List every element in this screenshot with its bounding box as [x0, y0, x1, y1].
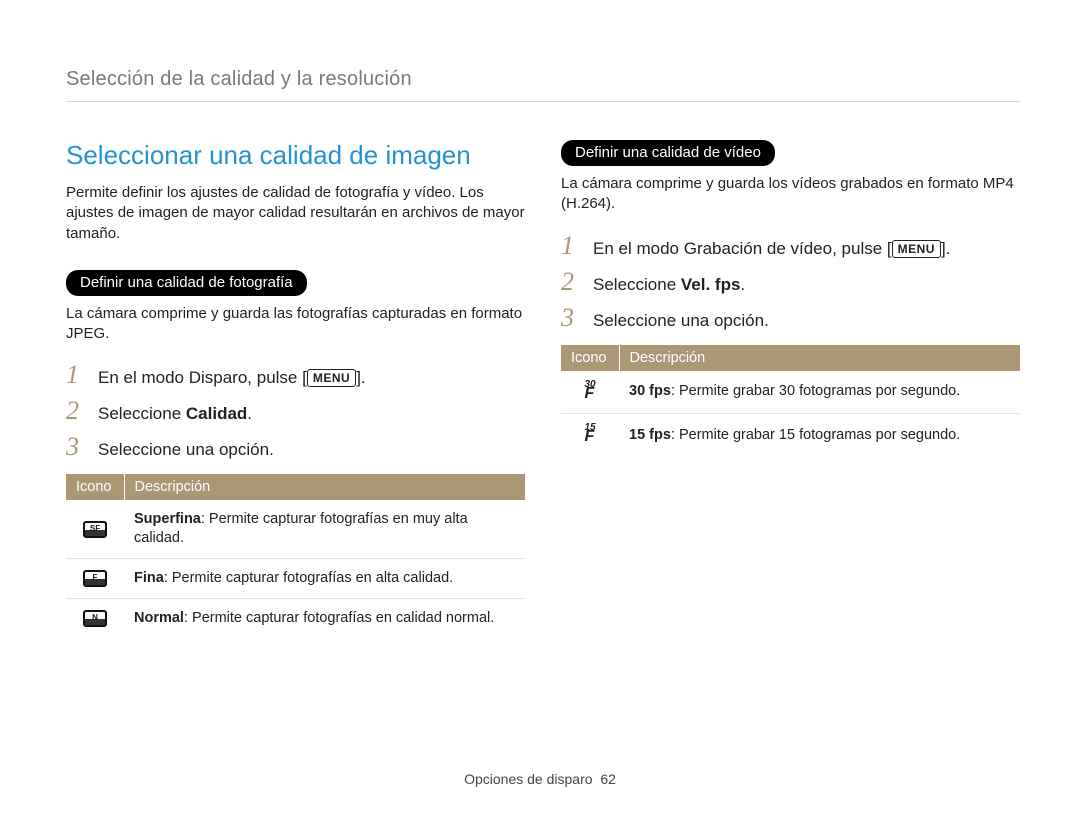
step-1: 1 En el modo Disparo, pulse [MENU]. [66, 362, 525, 388]
step-1-pre: En el modo Grabación de vídeo, pulse [ [593, 239, 892, 258]
table-desc: Superfina: Permite capturar fotografías … [124, 500, 525, 558]
step-1-post: ]. [941, 239, 950, 258]
menu-icon: MENU [307, 369, 356, 387]
step-3-text: Seleccione una opción. [593, 311, 769, 331]
step-number: 1 [561, 233, 579, 259]
step-2-post: . [247, 404, 252, 423]
video-subtext: La cámara comprime y guarda los vídeos g… [561, 174, 1020, 215]
step-number: 1 [66, 362, 84, 388]
step-1-post: ]. [356, 368, 365, 387]
table-desc: 15 fps: Permite grabar 15 fotogramas por… [619, 413, 1020, 456]
step-2-pre: Seleccione [593, 275, 681, 294]
fps-icon-15: 15F [561, 413, 619, 456]
quality-icon-superfine [66, 500, 124, 558]
step-2: 2 Seleccione Calidad. [66, 398, 525, 424]
col-header-icon: Icono [561, 345, 619, 371]
step-number: 2 [561, 269, 579, 295]
step-2-pre: Seleccione [98, 404, 186, 423]
table-row: 30F 30 fps: Permite grabar 30 fotogramas… [561, 371, 1020, 414]
col-header-desc: Descripción [619, 345, 1020, 371]
subheading-pill-photo: Definir una calidad de fotografía [66, 270, 307, 296]
subheading-pill-video: Definir una calidad de vídeo [561, 140, 775, 166]
table-desc: Normal: Permite capturar fotografías en … [124, 598, 525, 637]
photo-steps: 1 En el modo Disparo, pulse [MENU]. 2 Se… [66, 362, 525, 460]
step-2-bold: Vel. fps [681, 275, 741, 294]
row-rest: : Permite capturar fotografías en alta c… [164, 570, 453, 586]
footer-section: Opciones de disparo [464, 771, 592, 787]
left-column: Seleccionar una calidad de imagen Permit… [66, 140, 525, 638]
right-column: Definir una calidad de vídeo La cámara c… [561, 140, 1020, 638]
step-1-text: En el modo Grabación de vídeo, pulse [ME… [593, 239, 950, 259]
footer-page-number: 62 [600, 771, 616, 787]
row-bold: Normal [134, 610, 184, 626]
table-desc: Fina: Permite capturar fotografías en al… [124, 558, 525, 598]
page-footer: Opciones de disparo 62 [0, 771, 1080, 787]
row-rest: : Permite grabar 30 fotogramas por segun… [671, 383, 960, 399]
step-1: 1 En el modo Grabación de vídeo, pulse [… [561, 233, 1020, 259]
step-2-text: Seleccione Vel. fps. [593, 275, 745, 295]
col-header-icon: Icono [66, 474, 124, 500]
step-2-text: Seleccione Calidad. [98, 404, 252, 424]
step-1-text: En el modo Disparo, pulse [MENU]. [98, 368, 366, 388]
breadcrumb: Selección de la calidad y la resolución [66, 68, 1020, 102]
photo-subtext: La cámara comprime y guarda las fotograf… [66, 304, 525, 345]
quality-icon-fine [66, 558, 124, 598]
step-3: 3 Seleccione una opción. [561, 305, 1020, 331]
quality-icon-normal [66, 598, 124, 637]
video-fps-table: Icono Descripción 30F 30 fps: Permite gr… [561, 345, 1020, 457]
row-bold: 15 fps [629, 427, 671, 443]
table-row: Superfina: Permite capturar fotografías … [66, 500, 525, 558]
menu-icon: MENU [892, 240, 941, 258]
step-2-post: . [740, 275, 745, 294]
col-header-desc: Descripción [124, 474, 525, 500]
step-2-bold: Calidad [186, 404, 247, 423]
fps-icon-30: 30F [561, 371, 619, 414]
row-rest: : Permite grabar 15 fotogramas por segun… [671, 427, 960, 443]
step-number: 3 [561, 305, 579, 331]
row-bold: 30 fps [629, 383, 671, 399]
step-1-pre: En el modo Disparo, pulse [ [98, 368, 307, 387]
photo-quality-table: Icono Descripción Superfina: Permite cap… [66, 474, 525, 637]
table-row: Normal: Permite capturar fotografías en … [66, 598, 525, 637]
table-row: Fina: Permite capturar fotografías en al… [66, 558, 525, 598]
row-rest: : Permite capturar fotografías en calida… [184, 610, 494, 626]
main-heading: Seleccionar una calidad de imagen [66, 140, 525, 171]
step-2: 2 Seleccione Vel. fps. [561, 269, 1020, 295]
table-row: 15F 15 fps: Permite grabar 15 fotogramas… [561, 413, 1020, 456]
video-steps: 1 En el modo Grabación de vídeo, pulse [… [561, 233, 1020, 331]
step-3: 3 Seleccione una opción. [66, 434, 525, 460]
step-3-text: Seleccione una opción. [98, 440, 274, 460]
intro-text: Permite definir los ajustes de calidad d… [66, 183, 525, 244]
row-bold: Superfina [134, 511, 201, 527]
row-bold: Fina [134, 570, 164, 586]
table-desc: 30 fps: Permite grabar 30 fotogramas por… [619, 371, 1020, 414]
step-number: 3 [66, 434, 84, 460]
step-number: 2 [66, 398, 84, 424]
